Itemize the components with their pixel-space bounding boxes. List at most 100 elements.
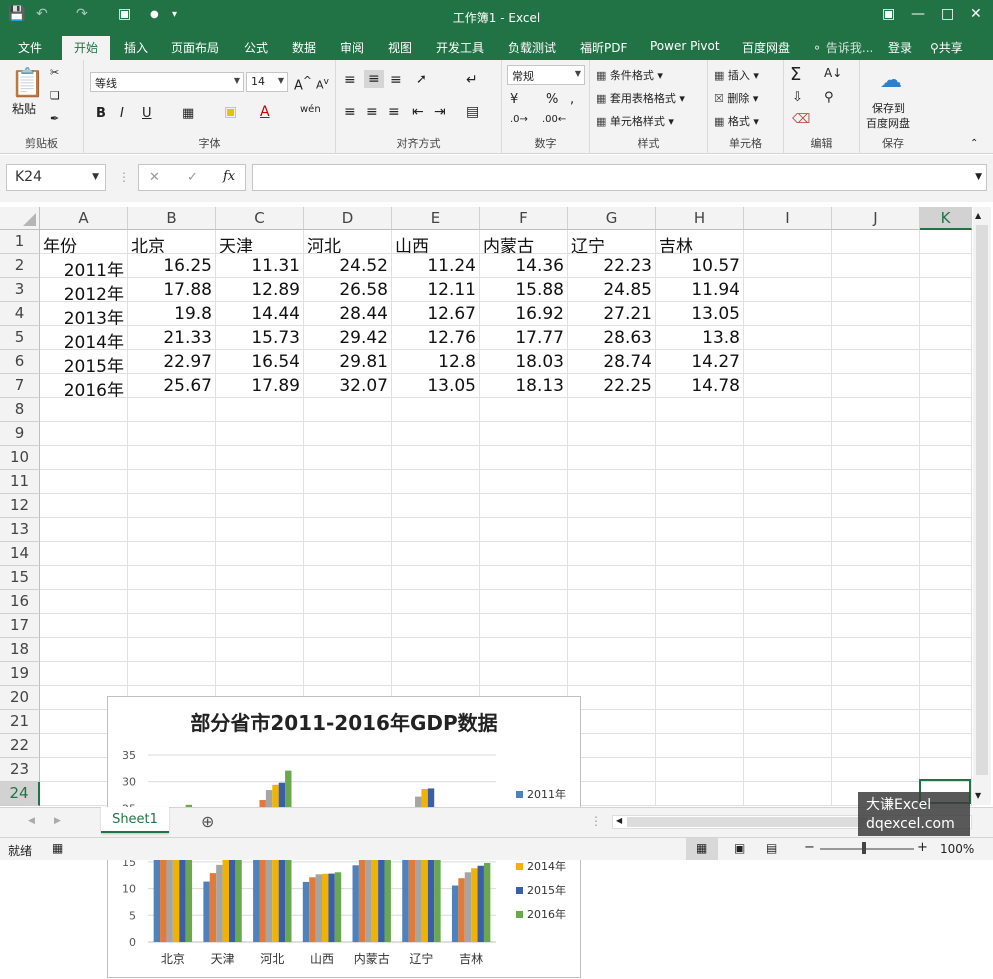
- cell-e19[interactable]: [392, 662, 480, 686]
- zoom-slider-thumb[interactable]: [862, 842, 866, 854]
- cell-b15[interactable]: [128, 566, 216, 590]
- cell-h16[interactable]: [656, 590, 744, 614]
- minimize-icon[interactable]: —: [911, 6, 925, 22]
- cell-g11[interactable]: [568, 470, 656, 494]
- cell-a13[interactable]: [40, 518, 128, 542]
- cell-f8[interactable]: [480, 398, 568, 422]
- cell-b7[interactable]: 25.67: [128, 374, 216, 398]
- cell-j11[interactable]: [832, 470, 920, 494]
- vertical-scrollbar[interactable]: ▲ ▼: [973, 207, 991, 805]
- cell-g4[interactable]: 27.21: [568, 302, 656, 326]
- cell-i15[interactable]: [744, 566, 832, 590]
- cell-b12[interactable]: [128, 494, 216, 518]
- tab-file[interactable]: 文件: [18, 39, 42, 56]
- shrink-font-icon[interactable]: Av: [316, 76, 329, 92]
- row-header-5[interactable]: 5: [0, 326, 40, 350]
- cell-k17[interactable]: [920, 614, 972, 638]
- row-header-10[interactable]: 10: [0, 446, 40, 470]
- font-name-select[interactable]: 等线 ▼: [90, 72, 244, 92]
- column-header-k[interactable]: K: [920, 207, 972, 230]
- cell-h15[interactable]: [656, 566, 744, 590]
- find-icon[interactable]: ⚲: [824, 90, 834, 105]
- cell-f1[interactable]: 内蒙古: [480, 230, 568, 254]
- maximize-icon[interactable]: □: [941, 6, 954, 22]
- align-left-icon[interactable]: ≡: [344, 104, 356, 120]
- cell-j18[interactable]: [832, 638, 920, 662]
- cell-j21[interactable]: [832, 710, 920, 734]
- copy-icon[interactable]: ❏: [50, 89, 60, 102]
- column-header-g[interactable]: G: [568, 207, 656, 230]
- cell-k14[interactable]: [920, 542, 972, 566]
- row-header-12[interactable]: 12: [0, 494, 40, 518]
- sheet-tab-sheet1[interactable]: Sheet1: [101, 807, 169, 833]
- zoom-out-icon[interactable]: −: [804, 840, 815, 855]
- cell-f11[interactable]: [480, 470, 568, 494]
- cell-i18[interactable]: [744, 638, 832, 662]
- paste-button[interactable]: 粘贴: [12, 100, 36, 117]
- cell-c7[interactable]: 17.89: [216, 374, 304, 398]
- underline-icon[interactable]: U: [142, 106, 152, 121]
- cell-d3[interactable]: 26.58: [304, 278, 392, 302]
- align-center-icon[interactable]: ≡: [366, 104, 378, 120]
- cell-k5[interactable]: [920, 326, 972, 350]
- cell-j20[interactable]: [832, 686, 920, 710]
- cell-a9[interactable]: [40, 422, 128, 446]
- cell-c4[interactable]: 14.44: [216, 302, 304, 326]
- cell-j16[interactable]: [832, 590, 920, 614]
- save-to-baidu-line2[interactable]: 百度网盘: [866, 115, 910, 131]
- row-header-4[interactable]: 4: [0, 302, 40, 326]
- cell-h11[interactable]: [656, 470, 744, 494]
- cell-c10[interactable]: [216, 446, 304, 470]
- column-header-d[interactable]: D: [304, 207, 392, 230]
- cell-f18[interactable]: [480, 638, 568, 662]
- cell-f9[interactable]: [480, 422, 568, 446]
- cell-e3[interactable]: 12.11: [392, 278, 480, 302]
- cell-j7[interactable]: [832, 374, 920, 398]
- cell-h18[interactable]: [656, 638, 744, 662]
- italic-icon[interactable]: I: [120, 106, 124, 121]
- cell-e4[interactable]: 12.67: [392, 302, 480, 326]
- cell-k1[interactable]: [920, 230, 972, 254]
- column-header-e[interactable]: E: [392, 207, 480, 230]
- cell-e9[interactable]: [392, 422, 480, 446]
- share-button[interactable]: ⚲共享: [930, 39, 963, 56]
- cell-j5[interactable]: [832, 326, 920, 350]
- cell-b4[interactable]: 19.8: [128, 302, 216, 326]
- font-color-icon[interactable]: A: [260, 104, 270, 120]
- cell-j19[interactable]: [832, 662, 920, 686]
- cell-j8[interactable]: [832, 398, 920, 422]
- cut-icon[interactable]: ✂: [50, 66, 59, 79]
- sheet-next-icon[interactable]: ▶: [54, 816, 61, 826]
- cell-j13[interactable]: [832, 518, 920, 542]
- tab-load-test[interactable]: 负载测试: [508, 39, 556, 56]
- cell-f15[interactable]: [480, 566, 568, 590]
- cell-g2[interactable]: 22.23: [568, 254, 656, 278]
- row-header-2[interactable]: 2: [0, 254, 40, 278]
- cell-a12[interactable]: [40, 494, 128, 518]
- increase-decimal-icon[interactable]: .0→: [510, 114, 528, 125]
- cell-h13[interactable]: [656, 518, 744, 542]
- sort-filter-icon[interactable]: A↓: [824, 66, 842, 80]
- cell-d17[interactable]: [304, 614, 392, 638]
- cell-h4[interactable]: 13.05: [656, 302, 744, 326]
- cell-d7[interactable]: 32.07: [304, 374, 392, 398]
- cell-i5[interactable]: [744, 326, 832, 350]
- collapse-ribbon-icon[interactable]: ⌃: [970, 138, 978, 149]
- cell-e11[interactable]: [392, 470, 480, 494]
- macro-record-icon[interactable]: ▦: [52, 841, 63, 855]
- cell-f12[interactable]: [480, 494, 568, 518]
- cell-b6[interactable]: 22.97: [128, 350, 216, 374]
- cell-e6[interactable]: 12.8: [392, 350, 480, 374]
- row-header-3[interactable]: 3: [0, 278, 40, 302]
- row-header-8[interactable]: 8: [0, 398, 40, 422]
- cell-e7[interactable]: 13.05: [392, 374, 480, 398]
- cell-k13[interactable]: [920, 518, 972, 542]
- cell-i1[interactable]: [744, 230, 832, 254]
- cell-d13[interactable]: [304, 518, 392, 542]
- cell-g16[interactable]: [568, 590, 656, 614]
- name-box[interactable]: K24 ▼: [6, 164, 106, 191]
- cell-f16[interactable]: [480, 590, 568, 614]
- cell-f13[interactable]: [480, 518, 568, 542]
- sheet-prev-icon[interactable]: ◀: [28, 816, 35, 826]
- cell-e8[interactable]: [392, 398, 480, 422]
